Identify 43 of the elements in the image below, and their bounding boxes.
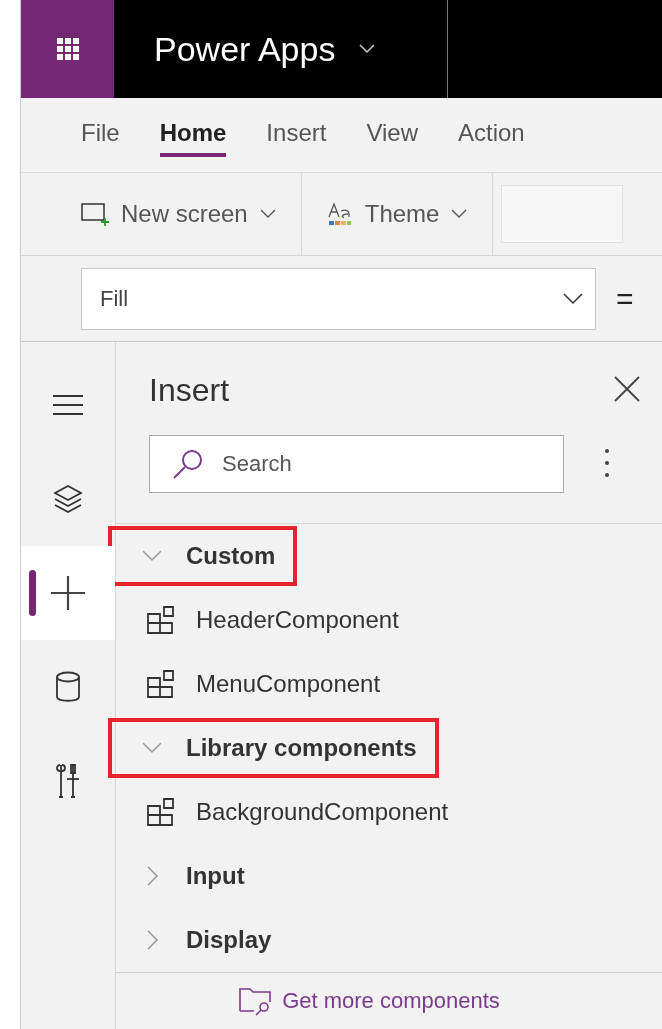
section-header[interactable]: Display: [108, 910, 294, 970]
component-icon: [146, 669, 176, 699]
menu-tab[interactable]: File: [81, 113, 120, 157]
cylinder-icon: [55, 671, 81, 703]
section-header[interactable]: Library components: [108, 718, 439, 778]
property-dropdown[interactable]: Fill: [81, 267, 596, 330]
plus-icon: [50, 575, 86, 611]
new-screen-button[interactable]: New screen: [21, 173, 301, 255]
get-more-components-link[interactable]: Get more components: [238, 986, 500, 1016]
section-header[interactable]: Custom: [108, 526, 298, 586]
component-item[interactable]: MenuComponent: [116, 652, 381, 716]
chevron-down-icon: [359, 44, 376, 54]
menu-tab[interactable]: Action: [458, 113, 525, 157]
chevron-down-icon: [142, 550, 162, 562]
menu-tab[interactable]: View: [366, 113, 418, 157]
menu-icon: [52, 394, 84, 416]
layers-icon: [52, 484, 84, 514]
theme-icon: [326, 202, 353, 226]
tools-icon: [56, 763, 80, 799]
panel-title: Insert: [149, 372, 230, 409]
theme-button[interactable]: Theme: [301, 173, 493, 255]
new-screen-icon: [81, 201, 109, 227]
chevron-down-icon: [259, 209, 276, 219]
menu-tab[interactable]: Home: [159, 113, 227, 157]
close-icon: [614, 376, 640, 402]
selection-indicator: [29, 570, 36, 616]
component-icon: [146, 797, 176, 827]
search-field[interactable]: Search: [149, 435, 564, 493]
waffle-icon: [56, 38, 79, 60]
component-item[interactable]: BackgroundComponent: [116, 780, 449, 844]
app-title-button[interactable]: Power Apps: [114, 0, 447, 98]
app-launcher-button[interactable]: [21, 0, 114, 98]
chevron-down-icon: [142, 742, 162, 754]
component-item[interactable]: HeaderComponent: [116, 588, 399, 652]
component-icon: [146, 605, 176, 635]
more-icon: [604, 447, 610, 478]
section-header[interactable]: Input: [108, 846, 267, 906]
chevron-down-icon: [451, 209, 468, 219]
menu-tab[interactable]: Insert: [266, 113, 327, 157]
insert-rail-button[interactable]: [21, 546, 115, 640]
equals-sign: =: [616, 281, 634, 316]
folder-search-icon: [238, 986, 273, 1016]
chevron-down-icon: [563, 292, 583, 305]
